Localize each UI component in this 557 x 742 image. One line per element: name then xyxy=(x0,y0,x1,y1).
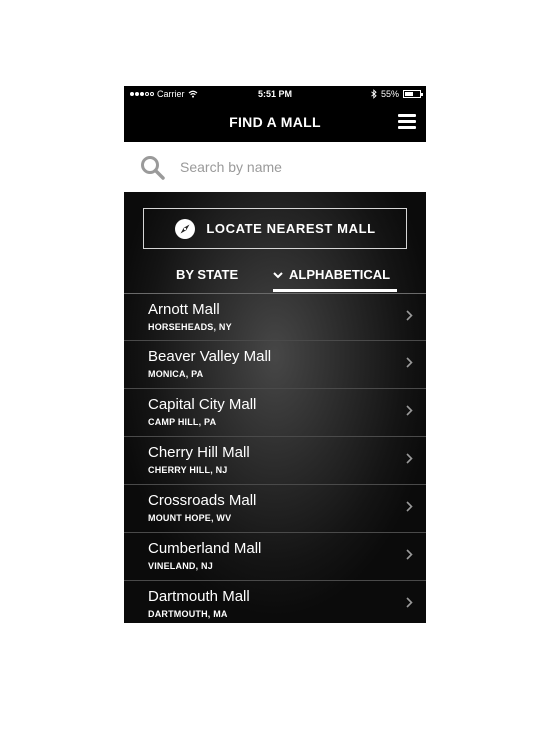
mall-name: Capital City Mall xyxy=(148,396,257,413)
list-item[interactable]: Arnott Mall HORSEHEADS, NY xyxy=(124,293,426,341)
list-item[interactable]: Capital City Mall CAMP HILL, PA xyxy=(124,389,426,437)
mall-name: Cherry Hill Mall xyxy=(148,444,250,461)
tab-alphabetical[interactable]: ALPHABETICAL xyxy=(273,266,397,292)
mall-name: Crossroads Mall xyxy=(148,492,257,509)
chevron-right-icon xyxy=(406,549,413,560)
mall-location: CAMP HILL, PA xyxy=(148,417,217,427)
tab-alphabetical-label: ALPHABETICAL xyxy=(289,267,391,282)
nav-bar: FIND A MALL xyxy=(124,102,426,142)
tab-by-state[interactable]: BY STATE xyxy=(176,266,238,292)
list-item[interactable]: Cherry Hill Mall CHERRY HILL, NJ xyxy=(124,437,426,485)
chevron-right-icon xyxy=(406,357,413,368)
mall-location: CHERRY HILL, NJ xyxy=(148,465,228,475)
tab-by-state-label: BY STATE xyxy=(176,267,239,282)
mall-name: Arnott Mall xyxy=(148,301,220,318)
hamburger-menu-icon[interactable] xyxy=(398,114,416,130)
chevron-right-icon xyxy=(406,597,413,608)
list-item[interactable]: Crossroads Mall MOUNT HOPE, WV xyxy=(124,485,426,533)
mall-location: VINELAND, NJ xyxy=(148,561,213,571)
list-item[interactable]: Dartmouth Mall DARTMOUTH, MA xyxy=(124,581,426,623)
mall-location: MONICA, PA xyxy=(148,369,204,379)
mall-location: HORSEHEADS, NY xyxy=(148,322,232,332)
mall-name: Beaver Valley Mall xyxy=(148,348,272,365)
chevron-right-icon xyxy=(406,501,413,512)
list-item[interactable]: Beaver Valley Mall MONICA, PA xyxy=(124,341,426,389)
chevron-down-icon xyxy=(273,272,283,279)
locate-nearest-mall-button[interactable]: LOCATE NEAREST MALL xyxy=(143,208,407,249)
chevron-right-icon xyxy=(406,453,413,464)
mall-list: Arnott Mall HORSEHEADS, NY Beaver Valley… xyxy=(124,293,426,623)
list-item[interactable]: Cumberland Mall VINELAND, NJ xyxy=(124,533,426,581)
battery-icon xyxy=(403,90,423,98)
battery-percent: 55% xyxy=(380,89,399,99)
phone-screen: Carrier 5:51 PM 55% FIND A MALL Search b… xyxy=(124,86,426,623)
mall-location: DARTMOUTH, MA xyxy=(148,609,228,619)
page-title: FIND A MALL xyxy=(229,114,321,130)
search-icon xyxy=(141,156,165,180)
bluetooth-icon xyxy=(371,89,377,99)
sort-tabs: BY STATE ALPHABETICAL xyxy=(124,266,426,292)
search-bar xyxy=(124,142,426,192)
main-content: LOCATE NEAREST MALL BY STATE ALPHABETICA… xyxy=(124,192,426,623)
mall-location: MOUNT HOPE, WV xyxy=(148,513,232,523)
compass-icon xyxy=(175,218,196,239)
status-right: 55% xyxy=(371,89,423,99)
chevron-right-icon xyxy=(406,405,413,416)
search-input[interactable] xyxy=(180,156,410,178)
locate-button-label: LOCATE NEAREST MALL xyxy=(206,221,376,236)
mall-name: Dartmouth Mall xyxy=(148,588,250,605)
chevron-right-icon xyxy=(406,310,413,321)
status-bar: Carrier 5:51 PM 55% xyxy=(124,86,426,102)
mall-name: Cumberland Mall xyxy=(148,540,262,557)
